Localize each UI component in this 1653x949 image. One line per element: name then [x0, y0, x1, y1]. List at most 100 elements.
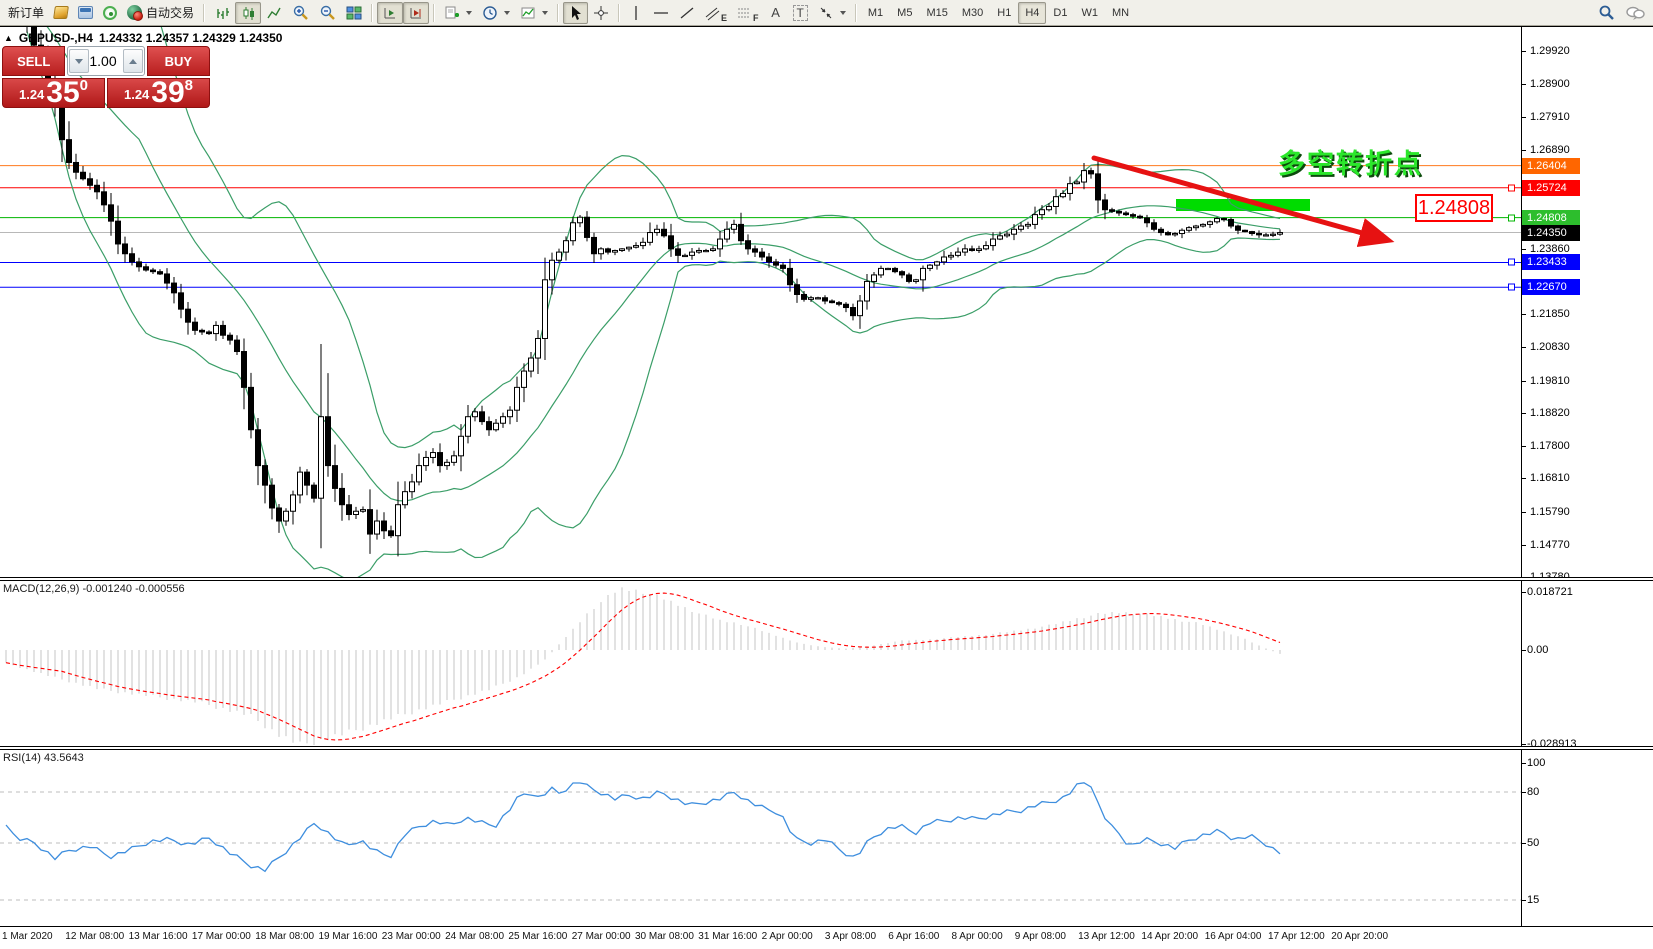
- macd-indicator-pane[interactable]: [0, 581, 1521, 746]
- candle-body: [935, 262, 940, 265]
- navigator-button[interactable]: [98, 2, 122, 24]
- terminal-button[interactable]: [73, 2, 98, 24]
- templates-dropdown-arrow[interactable]: [542, 11, 548, 15]
- line-handle[interactable]: [1508, 284, 1515, 291]
- candle-body: [130, 254, 135, 262]
- candle-body: [613, 250, 618, 252]
- candle-body: [529, 358, 534, 371]
- candle-body: [144, 267, 149, 270]
- timeframe-h4[interactable]: H4: [1018, 2, 1046, 24]
- candle-body: [207, 332, 212, 334]
- candlestick-chart-button[interactable]: [235, 2, 261, 24]
- timeframe-m30[interactable]: M30: [955, 2, 990, 24]
- crosshair-button[interactable]: [588, 2, 614, 24]
- line-chart-button[interactable]: [261, 2, 287, 24]
- candle-body: [564, 241, 569, 252]
- volume-field[interactable]: 1.00: [67, 46, 144, 76]
- rsi-axis-label: 15: [1527, 894, 1539, 906]
- time-axis[interactable]: 1 Mar 202012 Mar 08:0013 Mar 16:0017 Mar…: [0, 927, 1653, 949]
- volume-value[interactable]: 1.00: [89, 53, 122, 69]
- search-button[interactable]: [1593, 2, 1620, 24]
- market-watch-button[interactable]: [49, 2, 73, 24]
- line-handle[interactable]: [1508, 214, 1515, 221]
- arrows-icon: [818, 5, 834, 21]
- line-handle[interactable]: [1508, 184, 1515, 191]
- arrows-button[interactable]: [813, 2, 851, 24]
- chart-header: ▲ GBPUSD-,H4 1.24332 1.24357 1.24329 1.2…: [4, 31, 282, 45]
- date-label: 17 Mar 00:00: [192, 931, 251, 942]
- main-price-chart[interactable]: [0, 26, 1521, 577]
- sell-price[interactable]: 1.24 35 0: [2, 78, 105, 108]
- volume-decrease-button[interactable]: [69, 49, 89, 73]
- candle-body: [1096, 174, 1101, 200]
- date-label: 3 Apr 08:00: [825, 931, 876, 942]
- cursor-button[interactable]: [563, 2, 588, 24]
- date-label: 30 Mar 08:00: [635, 931, 694, 942]
- timeframe-w1[interactable]: W1: [1074, 2, 1105, 24]
- buy-price[interactable]: 1.24 39 8: [107, 78, 210, 108]
- turning-point-annotation[interactable]: 多空转折点: [1278, 142, 1423, 181]
- panel-divider-rsi[interactable]: [0, 746, 1653, 750]
- trendline-button[interactable]: [674, 2, 700, 24]
- auto-trading-button[interactable]: 自动交易: [122, 2, 199, 24]
- candle-body: [739, 224, 744, 240]
- candle-body: [1040, 210, 1045, 215]
- zoom-in-icon: [292, 4, 309, 21]
- periods-dropdown-arrow[interactable]: [504, 11, 510, 15]
- line-handle[interactable]: [1508, 259, 1515, 266]
- vertical-line-button[interactable]: [624, 2, 648, 24]
- timeframe-mn[interactable]: MN: [1105, 2, 1136, 24]
- candle-body: [571, 223, 576, 241]
- chat-button[interactable]: [1620, 2, 1650, 24]
- sell-button[interactable]: SELL: [2, 46, 65, 76]
- bar-chart-button[interactable]: [209, 2, 235, 24]
- channel-button[interactable]: E: [700, 2, 732, 24]
- auto-scroll-icon: [382, 5, 398, 21]
- panel-divider-macd[interactable]: [0, 577, 1653, 581]
- arrows-dropdown-arrow[interactable]: [840, 11, 846, 15]
- price-tick-label: 1.29920: [1530, 45, 1570, 57]
- text-label-button[interactable]: T: [788, 2, 813, 24]
- text-button[interactable]: A: [764, 2, 788, 24]
- candle-body: [1012, 229, 1017, 234]
- candle-body: [1110, 210, 1115, 212]
- timeframe-d1[interactable]: D1: [1046, 2, 1074, 24]
- main-toolbar: 新订单 自动交易: [0, 0, 1653, 26]
- candle-body: [592, 237, 597, 253]
- template-icon: [520, 5, 536, 21]
- periods-button[interactable]: [477, 2, 515, 24]
- zoom-out-button[interactable]: [314, 2, 341, 24]
- candle-body: [473, 412, 478, 417]
- candle-body: [1215, 219, 1220, 222]
- timeframe-m15[interactable]: M15: [919, 2, 954, 24]
- horizontal-line-button[interactable]: [648, 2, 674, 24]
- price-box-annotation[interactable]: 1.24808: [1415, 194, 1493, 222]
- candle-body: [1194, 226, 1199, 228]
- indicators-button[interactable]: [439, 2, 477, 24]
- timeframe-m5[interactable]: M5: [890, 2, 919, 24]
- candle-body: [1103, 200, 1108, 210]
- candle-body: [928, 265, 933, 268]
- candle-body: [536, 338, 541, 358]
- auto-scroll-button[interactable]: [377, 2, 403, 24]
- candle-body: [851, 308, 856, 316]
- candle-body: [354, 511, 359, 514]
- candle-body: [767, 257, 772, 262]
- candle-body: [683, 255, 688, 256]
- candle-body: [60, 107, 65, 140]
- new-order-button[interactable]: 新订单: [3, 2, 49, 24]
- collapse-icon[interactable]: ▲: [4, 33, 13, 43]
- chart-shift-button[interactable]: [403, 2, 429, 24]
- candle-body: [1222, 219, 1227, 220]
- volume-increase-button[interactable]: [123, 49, 143, 73]
- fibonacci-button[interactable]: F: [732, 2, 764, 24]
- rsi-indicator-pane[interactable]: [0, 750, 1521, 926]
- tile-windows-button[interactable]: [341, 2, 367, 24]
- templates-button[interactable]: [515, 2, 553, 24]
- buy-button[interactable]: BUY: [147, 46, 210, 76]
- indicators-dropdown-arrow[interactable]: [466, 11, 472, 15]
- cursor-icon: [568, 5, 583, 21]
- zoom-in-button[interactable]: [287, 2, 314, 24]
- timeframe-h1[interactable]: H1: [990, 2, 1018, 24]
- timeframe-m1[interactable]: M1: [861, 2, 890, 24]
